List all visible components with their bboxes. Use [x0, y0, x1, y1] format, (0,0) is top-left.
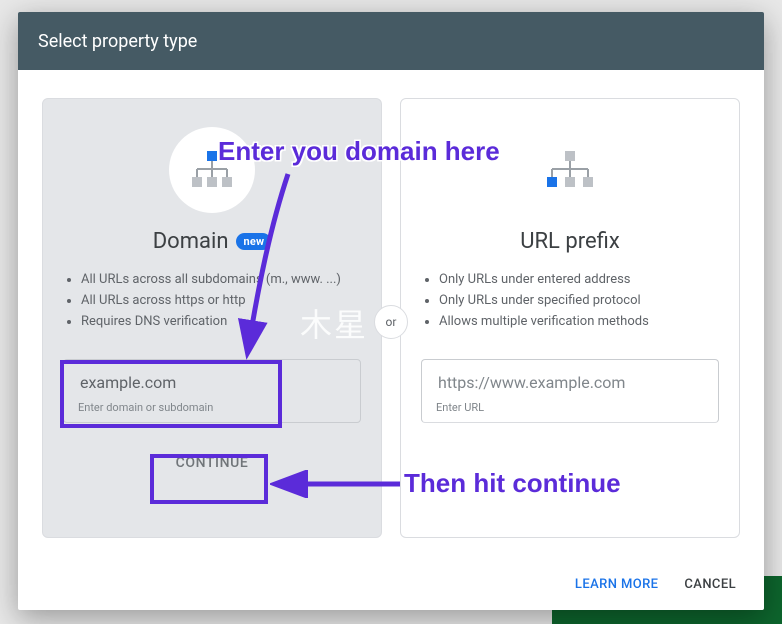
- list-item: Allows multiple verification methods: [439, 314, 719, 329]
- urlprefix-icon-circle: [527, 127, 613, 213]
- urlprefix-feature-list: Only URLs under entered address Only URL…: [421, 272, 719, 335]
- watermark: 木星: [300, 300, 368, 346]
- continue-button[interactable]: CONTINUE: [160, 445, 265, 481]
- sitemap-partial-icon: [545, 151, 595, 189]
- dialog-header: Select property type: [18, 12, 764, 70]
- urlprefix-input-help: Enter URL: [436, 401, 704, 414]
- domain-input-help: Enter domain or subdomain: [78, 401, 346, 414]
- arrow-to-continue-icon: [270, 470, 410, 498]
- domain-title: Domain: [153, 229, 229, 254]
- or-divider: or: [374, 305, 408, 339]
- arrow-to-input-icon: [230, 168, 310, 368]
- cancel-button[interactable]: CANCEL: [684, 577, 736, 592]
- annotation-hit-continue: Then hit continue: [404, 468, 621, 499]
- domain-input[interactable]: [78, 372, 346, 393]
- domain-input-wrap: Enter domain or subdomain: [63, 359, 361, 423]
- urlprefix-title: URL prefix: [520, 229, 620, 254]
- urlprefix-title-row: URL prefix: [520, 229, 620, 254]
- learn-more-link[interactable]: LEARN MORE: [575, 577, 658, 592]
- property-type-dialog: Select property type Domain: [18, 12, 764, 610]
- dialog-footer: LEARN MORE CANCEL: [18, 558, 764, 610]
- list-item: Only URLs under entered address: [439, 272, 719, 287]
- dialog-title: Select property type: [38, 31, 197, 52]
- urlprefix-input[interactable]: [436, 372, 704, 393]
- annotation-enter-domain: Enter you domain here: [218, 136, 500, 167]
- list-item: All URLs across all subdomains (m., www.…: [81, 272, 361, 287]
- urlprefix-input-wrap: Enter URL: [421, 359, 719, 423]
- list-item: Only URLs under specified protocol: [439, 293, 719, 308]
